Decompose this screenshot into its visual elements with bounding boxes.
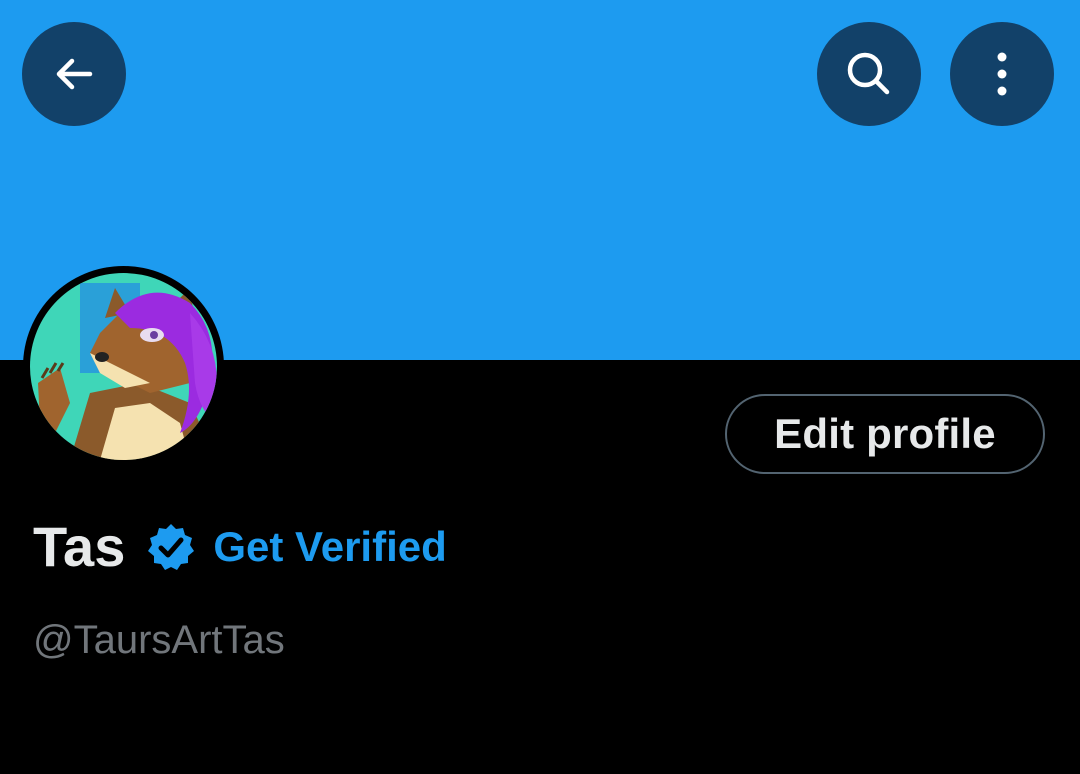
profile-page: Edit profile Tas Get Verified @TaursArtT… xyxy=(0,0,1080,774)
more-options-button[interactable] xyxy=(950,22,1054,126)
search-button[interactable] xyxy=(817,22,921,126)
search-icon xyxy=(841,46,897,102)
avatar-image xyxy=(30,273,217,460)
verified-badge-icon[interactable] xyxy=(145,521,197,573)
user-handle: @TaursArtTas xyxy=(33,618,285,662)
back-button[interactable] xyxy=(22,22,126,126)
avatar[interactable] xyxy=(23,266,224,467)
name-row: Tas Get Verified xyxy=(33,512,447,582)
get-verified-link[interactable]: Get Verified xyxy=(213,512,446,582)
more-vertical-icon xyxy=(992,49,1012,99)
display-name: Tas xyxy=(33,515,126,578)
edit-profile-button[interactable]: Edit profile xyxy=(725,394,1045,474)
arrow-left-icon xyxy=(50,50,98,98)
